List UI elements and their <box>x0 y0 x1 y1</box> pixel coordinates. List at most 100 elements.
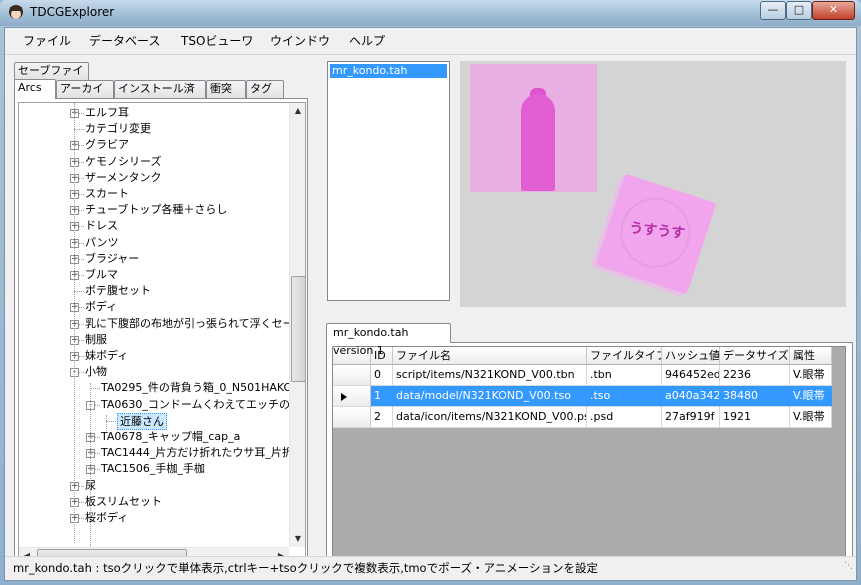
tree-node[interactable]: + 乳に下腹部の布地が引っ張られて浮くセーラー <box>19 316 305 332</box>
tree-node-selected[interactable]: 近藤さん <box>19 412 289 430</box>
tree-node[interactable]: + TAC1444_片方だけ折れたウサ耳_片折 <box>19 445 293 461</box>
title-bar[interactable]: TDCGExplorer — □ ✕ <box>0 0 861 26</box>
tree-node[interactable]: + 制服 <box>19 332 289 348</box>
tree-node[interactable]: - TA0630_コンドームくわえてエッチのお誘い <box>19 397 305 413</box>
tree-node[interactable]: + グラビア <box>19 137 289 153</box>
column-header-filetype[interactable]: ファイルタイプ <box>587 347 662 365</box>
tree-node[interactable]: ボテ腹セット <box>19 283 289 299</box>
tree-node-label: カテゴリ変更 <box>85 122 151 136</box>
tah-file-grid[interactable]: ID ファイル名 ファイルタイプ ハッシュ値 データサイズ 属性 0script… <box>332 346 846 570</box>
scroll-up-icon[interactable]: ▲ <box>290 106 305 115</box>
tree-node[interactable]: + ブラジャー <box>19 251 289 267</box>
tree-node[interactable]: + ボディ <box>19 299 289 315</box>
cell-datasize[interactable]: 2236 <box>720 365 790 386</box>
tso-preview-viewport[interactable]: うすうす <box>460 61 846 307</box>
tree-node-label: TA0295_件の背負う箱_0_N501HAKO <box>101 381 293 395</box>
menu-database[interactable]: データベース <box>89 32 160 49</box>
tree-node[interactable]: + 妹ボディ <box>19 348 289 364</box>
tree-node-label: 小物 <box>85 365 107 379</box>
tree-node-label: 妹ボディ <box>85 349 129 362</box>
arcs-tree-view[interactable]: + エルフ耳 カテゴリ変更 + グラビア + ケモノシリーズ + ザーメンタンク + スカート + チュ… <box>18 102 306 565</box>
tree-node[interactable]: + ケモノシリーズ <box>19 154 289 170</box>
cell-filename[interactable]: data/model/N321KOND_V00.tso <box>393 386 587 407</box>
tree-node[interactable]: + チューブトップ各種＋さらし <box>19 202 289 218</box>
cell-filetype[interactable]: .tso <box>587 386 662 407</box>
cell-hash[interactable]: 27af919f <box>662 407 720 428</box>
row-header[interactable] <box>333 407 371 428</box>
menu-window[interactable]: ウインドウ <box>270 32 330 49</box>
resize-grip-icon[interactable]: ⋱ <box>844 555 853 577</box>
current-row-pointer-icon <box>341 393 347 401</box>
tree-node-label: エルフ耳 <box>85 106 129 119</box>
tab-conflict[interactable]: 衝突 <box>206 80 246 98</box>
tree-node-label: TAC1506_手枷_手枷 <box>101 462 205 476</box>
cell-id[interactable]: 0 <box>371 365 393 386</box>
client-area: ファイル データベース TSOビューワ ウインドウ ヘルプ セーブファイル Ar… <box>4 27 857 581</box>
menu-help[interactable]: ヘルプ <box>349 32 385 49</box>
cell-datasize[interactable]: 38480 <box>720 386 790 407</box>
maximize-button[interactable]: □ <box>786 1 812 20</box>
tree-node[interactable]: + エルフ耳 <box>19 105 289 121</box>
cell-filetype[interactable]: .psd <box>587 407 662 428</box>
cell-id[interactable]: 2 <box>371 407 393 428</box>
tree-node[interactable]: - 小物 <box>19 364 289 380</box>
tree-node[interactable]: + TAC1506_手枷_手枷 <box>19 461 289 477</box>
cell-hash[interactable]: 946452ed <box>662 365 720 386</box>
cell-attribute[interactable]: V.眼帯 <box>790 365 832 386</box>
tree-guide-line <box>90 383 91 564</box>
cell-attribute[interactable]: V.眼帯 <box>790 407 832 428</box>
file-list-item[interactable]: mr_kondo.tah <box>330 64 447 78</box>
column-header-filename[interactable]: ファイル名 <box>393 347 587 365</box>
tree-vscroll-thumb[interactable] <box>291 276 305 382</box>
tree-node-label: 制服 <box>85 332 107 346</box>
tree-node-label: 桜ボディ <box>85 511 129 524</box>
row-header[interactable] <box>333 386 371 407</box>
tree-node[interactable]: + TA0678_キャップ帽_cap_a <box>19 429 289 445</box>
tab-installed[interactable]: インストール済み <box>114 80 206 111</box>
cell-attribute[interactable]: V.眼帯 <box>790 386 832 407</box>
tree-node-label: チューブトップ各種＋さらし <box>85 203 228 217</box>
tree-node[interactable]: TA0295_件の背負う箱_0_N501HAKO <box>19 380 293 396</box>
tree-node-label: 乳に下腹部の布地が引っ張られて浮くセーラー <box>85 316 306 330</box>
menu-file[interactable]: ファイル <box>23 32 71 49</box>
cell-datasize[interactable]: 1921 <box>720 407 790 428</box>
tree-node[interactable]: + ブルマ <box>19 267 289 283</box>
column-header-attribute[interactable]: 属性 <box>790 347 832 365</box>
tab-arcs[interactable]: Arcs <box>14 79 56 99</box>
tree-node[interactable]: + 尿 <box>19 478 289 494</box>
horizontal-splitter[interactable] <box>324 318 855 321</box>
tah-file-list[interactable]: mr_kondo.tah <box>327 61 450 301</box>
cell-id[interactable]: 1 <box>371 386 393 407</box>
tree-node[interactable]: + ドレス <box>19 218 289 234</box>
cell-hash[interactable]: a040a342 <box>662 386 720 407</box>
close-button[interactable]: ✕ <box>812 1 855 20</box>
status-text: mr_kondo.tah : tsoクリックで単体表示,ctrlキー+tsoクリ… <box>13 561 599 575</box>
minimize-button[interactable]: — <box>760 1 786 20</box>
cell-filename[interactable]: data/icon/items/N321KOND_V00.psd <box>393 407 587 428</box>
tab-save-file[interactable]: セーブファイル <box>14 62 89 93</box>
scroll-down-icon[interactable]: ▼ <box>290 534 305 543</box>
tab-archive[interactable]: アーカイブ <box>56 80 114 111</box>
tab-tag[interactable]: タグ <box>246 80 284 98</box>
window-title: TDCGExplorer <box>30 5 115 19</box>
tree-node[interactable]: カテゴリ変更 <box>19 121 289 137</box>
tree-node[interactable]: + スカート <box>19 186 289 202</box>
tree-vertical-scrollbar[interactable]: ▲ ▼ <box>289 103 305 547</box>
tree-node[interactable]: + パンツ <box>19 235 289 251</box>
tree-connector <box>74 129 84 131</box>
column-header-datasize[interactable]: データサイズ <box>720 347 790 365</box>
menu-tso-viewer[interactable]: TSOビューワ <box>181 32 253 49</box>
tree-node[interactable]: + ザーメンタンク <box>19 170 289 186</box>
app-window: TDCGExplorer — □ ✕ ファイル データベース TSOビューワ ウ… <box>0 0 861 585</box>
row-header[interactable] <box>333 365 371 386</box>
column-header-hash[interactable]: ハッシュ値 <box>662 347 720 365</box>
menu-bar: ファイル データベース TSOビューワ ウインドウ ヘルプ <box>5 28 856 52</box>
tree-node-label: パンツ <box>85 235 119 249</box>
cell-filename[interactable]: script/items/N321KOND_V00.tbn <box>393 365 587 386</box>
tab-tah-version[interactable]: mr_kondo.tah version 1 <box>326 323 451 357</box>
tah-detail-page: ID ファイル名 ファイルタイプ ハッシュ値 データサイズ 属性 0script… <box>326 342 853 576</box>
tree-node[interactable]: + 板スリムセット <box>19 494 289 510</box>
tree-guide-line <box>106 415 107 431</box>
cell-filetype[interactable]: .tbn <box>587 365 662 386</box>
tree-node[interactable]: + 桜ボディ <box>19 510 289 526</box>
